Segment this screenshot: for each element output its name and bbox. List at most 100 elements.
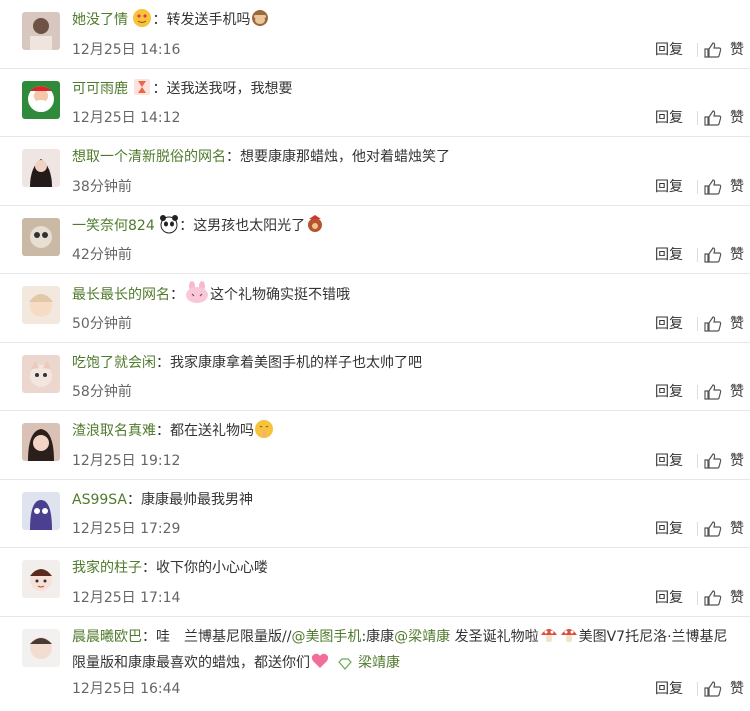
like-label: 赞 — [730, 178, 744, 195]
reply-button[interactable]: 回复 — [655, 451, 683, 471]
like-label: 赞 — [730, 521, 744, 537]
like-label: 赞 — [730, 315, 744, 332]
comment-text: 我家康康拿着美图手机的样子也太帅了吧 — [170, 354, 422, 371]
divider — [697, 111, 698, 125]
colon-separator: ： — [170, 287, 184, 303]
avatar[interactable] — [22, 286, 60, 324]
reply-button[interactable]: 回复 — [655, 177, 683, 197]
mention-link[interactable]: @梁靖康 — [394, 629, 450, 645]
username-link[interactable]: 晨晨曦欧巴 — [72, 629, 142, 645]
username-link[interactable]: AS99SA — [72, 492, 127, 508]
diamond-badge-icon — [338, 657, 352, 670]
holiday-bear-emoji-icon — [308, 214, 323, 232]
mushroom-emoji-icon — [560, 628, 577, 642]
comment-item: 想取一个清新脱俗的网名：想要康康那蜡烛，他对着蜡烛笑了 38分钟前 回复 赞 — [0, 137, 750, 206]
comment-text: 送我送我呀，我想要 — [166, 80, 293, 97]
like-button[interactable]: 赞 — [704, 245, 744, 265]
like-button[interactable]: 赞 — [704, 177, 744, 197]
tagged-user-link[interactable]: 梁靖康 — [358, 655, 400, 671]
thumbs-up-icon — [704, 315, 722, 332]
comment-item: 最长最长的网名： 这个礼物确实挺不错哦 50分钟前 回复 赞 — [0, 274, 750, 343]
like-button[interactable]: 赞 — [704, 451, 744, 471]
comment-text: 收下你的小心心喽 — [156, 560, 268, 576]
comment-item: 可可雨鹿 ：送我送我呀，我想要 12月25日 14:12 回复 赞 — [0, 69, 750, 137]
hourglass-badge-icon — [134, 78, 151, 95]
like-label: 赞 — [730, 680, 744, 697]
pink-rabbit-emoji-icon — [186, 281, 208, 303]
avatar[interactable] — [22, 80, 60, 119]
comment-text: 都在送礼物吗 — [170, 423, 254, 439]
thumbs-up-icon — [704, 384, 722, 400]
avatar[interactable] — [22, 423, 60, 461]
divider — [697, 590, 698, 605]
comment-text: 发圣诞礼物啦 — [450, 628, 539, 645]
divider — [697, 453, 698, 468]
divider — [697, 522, 698, 536]
reply-button[interactable]: 回复 — [655, 108, 683, 128]
thumbs-up-icon — [704, 110, 722, 126]
comment-time: 12月25日 14:12 — [72, 110, 181, 126]
comment-text: 转发送手机吗 — [166, 12, 251, 28]
avatar[interactable] — [22, 354, 60, 393]
comment-item: 渣浪取名真难：都在送礼物吗 12月25日 19:12 回复 赞 — [0, 411, 750, 480]
avatar[interactable] — [22, 560, 60, 598]
reply-button[interactable]: 回复 — [655, 382, 683, 402]
comment-text: 康康最帅最我男神 — [141, 491, 254, 508]
like-button[interactable]: 赞 — [704, 519, 744, 539]
mushroom-emoji-icon — [540, 628, 557, 642]
avatar[interactable] — [22, 628, 60, 667]
avatar[interactable] — [22, 149, 60, 187]
username-link[interactable]: 吃饱了就会闲 — [72, 355, 156, 371]
like-button[interactable]: 赞 — [704, 40, 744, 60]
colon-separator: ： — [142, 560, 156, 576]
reply-button[interactable]: 回复 — [655, 40, 683, 60]
divider — [697, 681, 698, 696]
username-link[interactable]: 她没了情 — [72, 12, 128, 28]
colon-separator: ： — [156, 354, 170, 371]
reply-button[interactable]: 回复 — [655, 519, 683, 539]
comment-time: 38分钟前 — [72, 178, 132, 195]
like-button[interactable]: 赞 — [704, 314, 744, 334]
comment-list: 她没了情 ：转发送手机吗 12月25日 14:16 回复 赞 可可雨鹿 ：送我送… — [0, 0, 750, 707]
username-link[interactable]: 我家的柱子 — [72, 560, 142, 576]
comment-item: 晨晨曦欧巴：哇 兰博基尼限量版//@美图手机:康康@梁靖康 发圣诞礼物啦 美图V7… — [0, 617, 750, 707]
colon-separator: ： — [179, 217, 194, 234]
avatar[interactable] — [22, 491, 60, 530]
comment-time: 58分钟前 — [72, 384, 132, 400]
like-button[interactable]: 赞 — [704, 588, 744, 608]
like-button[interactable]: 赞 — [704, 382, 744, 402]
comment-time: 12月25日 17:14 — [72, 589, 181, 606]
thumbs-up-icon — [704, 41, 722, 58]
like-label: 赞 — [730, 589, 744, 606]
username-link[interactable]: 最长最长的网名 — [72, 287, 170, 303]
avatar[interactable] — [22, 12, 60, 50]
like-label: 赞 — [730, 384, 744, 400]
mention-link[interactable]: @美图手机 — [291, 629, 361, 645]
reply-button[interactable]: 回复 — [655, 314, 683, 334]
comment-text: 哇 兰博基尼限量版// — [156, 628, 292, 645]
comment-text: 这男孩也太阳光了 — [193, 217, 306, 234]
colon-separator: ： — [226, 149, 240, 165]
comment-item: 一笑奈何824 ：这男孩也太阳光了 42分钟前 回复 赞 — [0, 206, 750, 274]
comment-time: 12月25日 14:16 — [72, 41, 181, 58]
comment-time: 12月25日 16:44 — [72, 680, 181, 697]
like-label: 赞 — [730, 247, 744, 263]
reply-button[interactable]: 回复 — [655, 588, 683, 608]
username-link[interactable]: 想取一个清新脱俗的网名 — [72, 149, 226, 165]
like-button[interactable]: 赞 — [704, 108, 744, 128]
username-link[interactable]: 可可雨鹿 — [72, 81, 128, 97]
like-button[interactable]: 赞 — [704, 679, 744, 699]
username-link[interactable]: 一笑奈何824 — [72, 218, 155, 234]
reply-button[interactable]: 回复 — [655, 245, 683, 265]
username-link[interactable]: 渣浪取名真难 — [72, 423, 156, 439]
shush-face-emoji-icon — [255, 420, 273, 438]
reply-button[interactable]: 回复 — [655, 679, 683, 699]
divider — [697, 385, 698, 399]
avatar[interactable] — [22, 217, 60, 256]
colon-separator: ： — [127, 491, 142, 508]
comment-item: 我家的柱子：收下你的小心心喽 12月25日 17:14 回复 赞 — [0, 548, 750, 617]
divider — [697, 316, 698, 331]
comment-item: 吃饱了就会闲：我家康康拿着美图手机的样子也太帅了吧 58分钟前 回复 赞 — [0, 343, 750, 411]
like-label: 赞 — [730, 41, 744, 58]
comment-time: 12月25日 17:29 — [72, 521, 181, 537]
